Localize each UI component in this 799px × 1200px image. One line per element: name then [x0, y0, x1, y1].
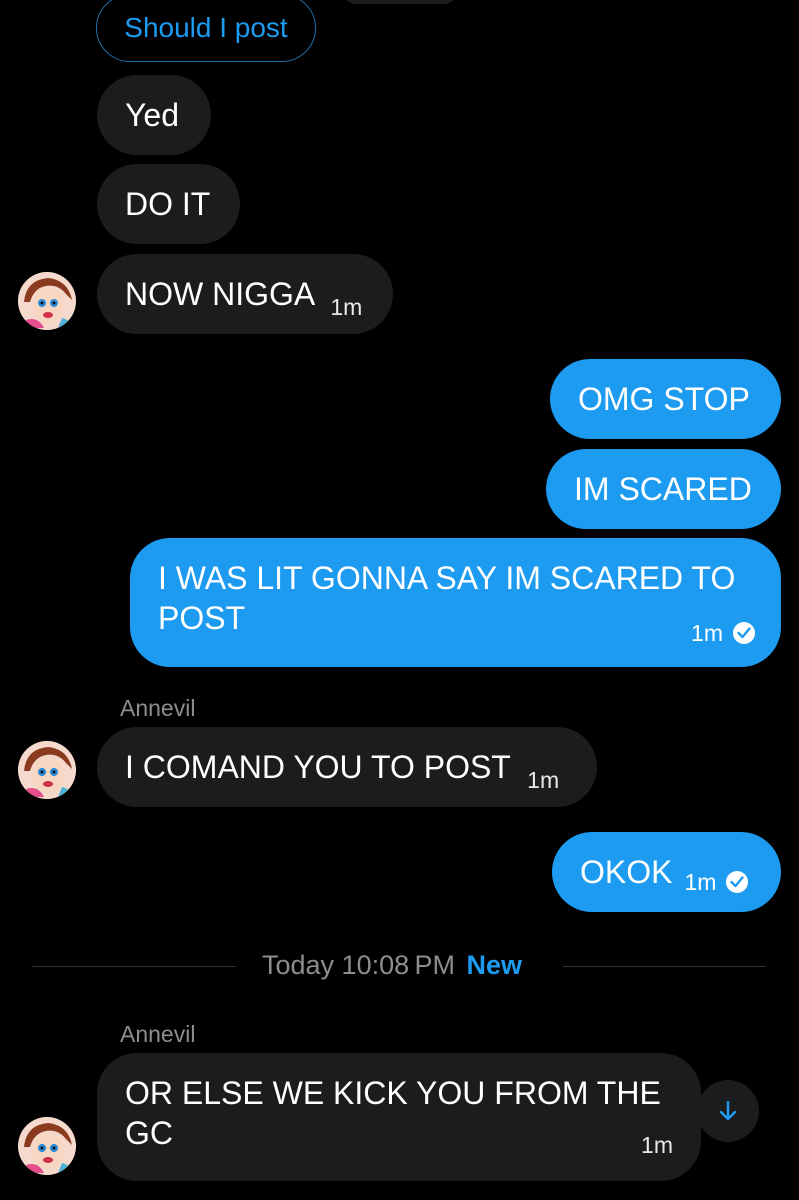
- message-timestamp: 1m: [691, 620, 723, 646]
- avatar-illustration: [18, 741, 76, 799]
- message-bubble-incoming[interactable]: DO IT: [97, 164, 240, 244]
- divider-line-right: [563, 966, 766, 967]
- message-text: DO IT: [125, 186, 211, 222]
- message-text: OMG STOP: [578, 381, 750, 417]
- message-text-line: I WAS LIT GONNA SAY IM SCARED TO: [158, 560, 736, 596]
- new-messages-label: New: [466, 950, 523, 980]
- user-avatar[interactable]: [18, 741, 76, 799]
- message-bubble-incoming[interactable]: Yed: [97, 75, 211, 155]
- message-bubble-incoming[interactable]: NOW NIGGA 1m: [97, 254, 393, 334]
- message-timestamp: 1m: [527, 767, 560, 793]
- message-text: NOW NIGGA: [125, 276, 314, 312]
- message-bubble-incoming[interactable]: OR ELSE WE KICK YOU FROM THE GC 1m: [97, 1053, 701, 1181]
- message-text-line: GC: [125, 1115, 173, 1151]
- check-circle-icon: [733, 622, 755, 644]
- avatar-illustration: [18, 1117, 76, 1175]
- date-divider-text: Today 10:08 PM: [262, 950, 456, 980]
- avatar-illustration: [18, 272, 76, 330]
- scroll-to-bottom-button[interactable]: [697, 1080, 759, 1142]
- message-text: Yed: [125, 97, 179, 133]
- reply-chip-text: Should I post: [124, 12, 288, 43]
- date-divider: Today 10:08 PM New: [262, 950, 522, 981]
- user-avatar[interactable]: [18, 1117, 76, 1175]
- message-text: IM SCARED: [574, 471, 752, 507]
- sender-name: Annevil: [120, 695, 196, 721]
- reply-chip[interactable]: Should I post: [96, 0, 316, 62]
- message-bubble-outgoing[interactable]: I WAS LIT GONNA SAY IM SCARED TO POST 1m: [130, 538, 781, 667]
- message-bubble-outgoing[interactable]: OKOK 1m: [552, 832, 781, 912]
- previous-bubble-fragment: [340, 0, 460, 4]
- message-bubble-outgoing[interactable]: IM SCARED: [546, 449, 781, 529]
- check-circle-icon: [726, 871, 749, 893]
- message-text: I COMAND YOU TO POST: [125, 749, 511, 785]
- message-text: OKOK: [580, 854, 673, 890]
- message-bubble-incoming[interactable]: I COMAND YOU TO POST 1m: [97, 727, 597, 807]
- sender-name: Annevil: [120, 1021, 196, 1047]
- divider-line-left: [32, 966, 236, 967]
- message-text-line: OR ELSE WE KICK YOU FROM THE: [125, 1075, 661, 1111]
- message-bubble-outgoing[interactable]: OMG STOP: [550, 359, 781, 439]
- message-timestamp: 1m: [684, 869, 717, 895]
- user-avatar[interactable]: [18, 272, 76, 330]
- arrow-down-icon: [719, 1100, 737, 1121]
- message-timestamp: 1m: [330, 294, 363, 320]
- message-timestamp: 1m: [641, 1132, 673, 1158]
- message-text-line: POST: [158, 600, 246, 636]
